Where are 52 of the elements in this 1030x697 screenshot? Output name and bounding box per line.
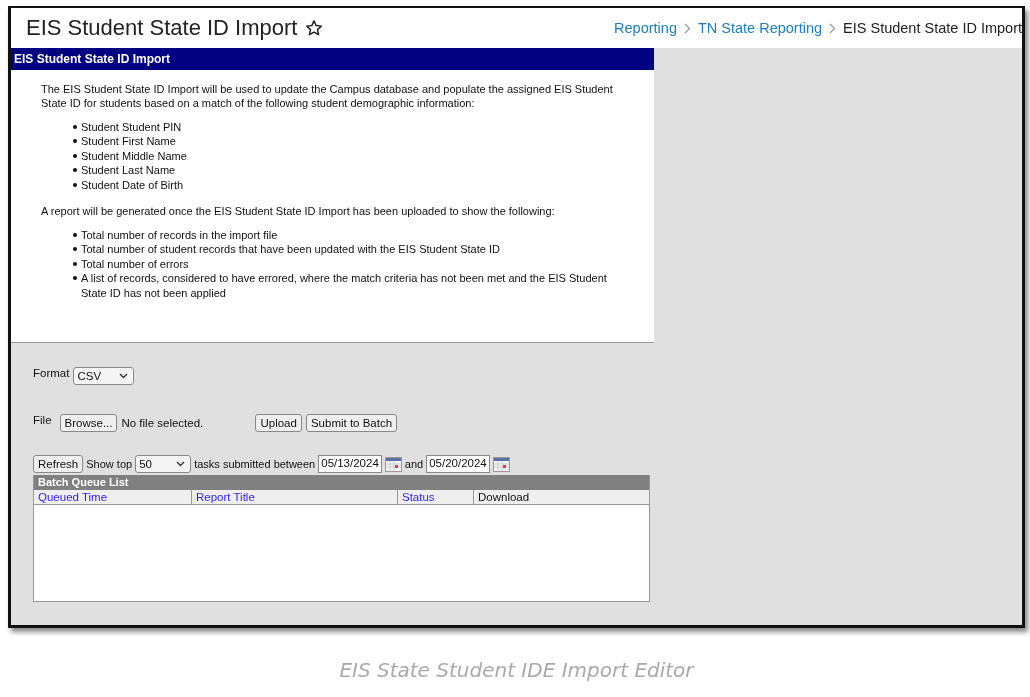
bullet-icon xyxy=(73,276,77,281)
breadcrumb-link[interactable]: TN State Reporting xyxy=(697,20,823,36)
breadcrumb-current: EIS Student State ID Import xyxy=(843,20,1022,36)
panel-title: EIS Student State ID Import xyxy=(11,48,654,70)
chevron-right-icon xyxy=(829,22,837,34)
figure-caption: EIS State Student IDE Import Editor xyxy=(339,658,694,682)
page-title: EIS Student State ID Import xyxy=(26,15,298,41)
bullet-icon xyxy=(73,153,77,158)
bullet-icon xyxy=(73,182,77,187)
report-intro-text: A report will be generated once the EIS Student State ID Import has been uploaded to show the following: xyxy=(41,204,556,219)
column-header[interactable]: Queued Time xyxy=(34,490,191,504)
bullet-icon xyxy=(73,125,77,129)
list-item: Student First Name xyxy=(81,135,176,148)
column-header: Download xyxy=(473,490,649,504)
table-title: Batch Queue List xyxy=(34,475,649,490)
column-header[interactable]: Status xyxy=(397,490,473,504)
file-label: File xyxy=(33,414,52,426)
browse-button[interactable]: Browse... xyxy=(59,414,118,432)
bullet-icon xyxy=(73,139,77,144)
bullet-icon xyxy=(73,247,77,252)
action-button[interactable]: Upload xyxy=(255,414,302,432)
between-label: tasks submitted between xyxy=(194,458,316,470)
star-icon[interactable] xyxy=(305,19,324,37)
chevron-icon xyxy=(176,461,186,467)
list-item: Student Last Name xyxy=(81,164,176,177)
calendar-icon[interactable] xyxy=(492,456,510,472)
and-label: and xyxy=(404,458,424,470)
file-status: No file selected. xyxy=(121,417,205,429)
list-item: Student Student PIN xyxy=(81,121,182,133)
list-item: Student Middle Name xyxy=(81,149,187,162)
chevron-right-icon xyxy=(683,22,691,34)
bullet-icon xyxy=(73,168,77,173)
list-item: Total number of records in the import file xyxy=(81,229,278,242)
bullet-icon xyxy=(73,261,77,266)
list-item: Total number of errors xyxy=(81,257,189,270)
breadcrumb-link[interactable]: Reporting xyxy=(614,20,677,36)
start-date-field[interactable]: 05/13/2024 xyxy=(318,455,382,473)
list-item: Student Date of Birth xyxy=(81,178,184,191)
refresh-button[interactable]: Refresh xyxy=(33,455,84,473)
end-date-field[interactable]: 05/20/2024 xyxy=(426,455,490,473)
count-select[interactable]: 50 xyxy=(135,455,192,473)
list-item: A list of records, considered to have errored, where the match criteria has not been met and the EIS Student State ID has not been applied xyxy=(81,272,607,299)
calendar-icon[interactable] xyxy=(384,456,402,472)
bullet-icon xyxy=(73,233,77,238)
format-select[interactable]: CSV xyxy=(73,367,135,385)
show-top-label: Show top xyxy=(86,458,133,470)
intro-text: The EIS Student State ID Import will be used to update the Campus database and populate the assigned EIS Student State ID for students based on a match of the following student demographic information: xyxy=(41,82,613,110)
list-item: Total number of student records that have been updated with the EIS Student State ID xyxy=(81,243,500,256)
action-button[interactable]: Submit to Batch xyxy=(305,414,398,432)
column-header[interactable]: Report Title xyxy=(191,490,397,504)
format-label: Format xyxy=(33,367,70,379)
chevron-icon xyxy=(119,373,129,379)
